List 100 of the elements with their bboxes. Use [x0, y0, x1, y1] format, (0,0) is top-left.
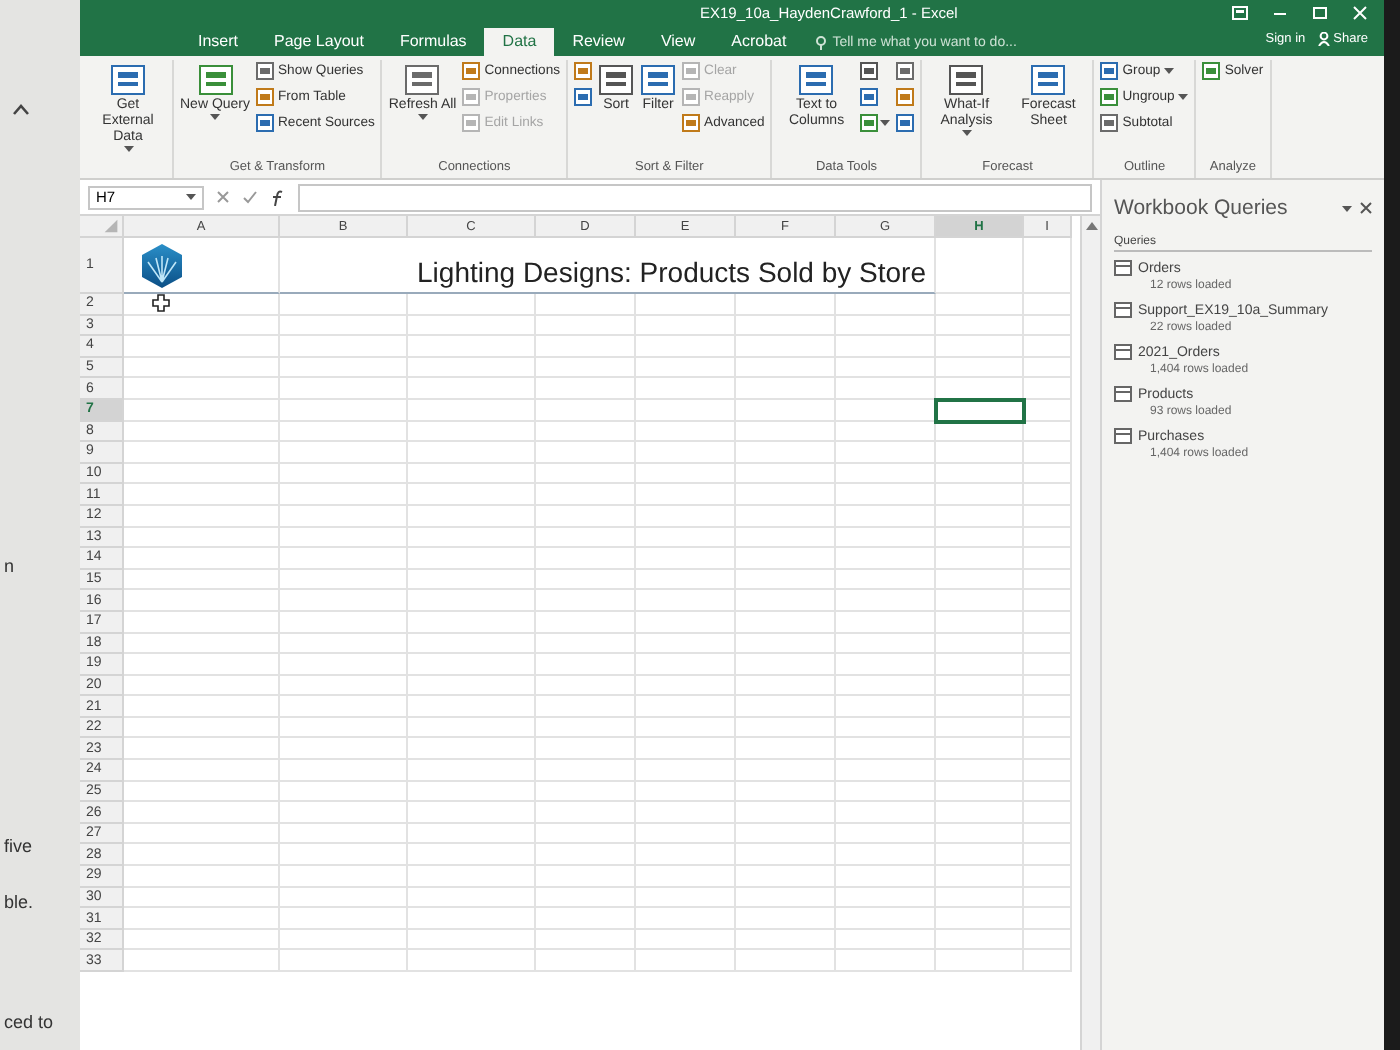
spreadsheet-cell[interactable] — [836, 654, 936, 676]
spreadsheet-cell[interactable] — [636, 611, 736, 633]
spreadsheet-cell[interactable] — [736, 527, 836, 549]
spreadsheet-cell[interactable] — [124, 548, 280, 570]
spreadsheet-cell[interactable] — [636, 357, 736, 379]
spreadsheet-cell[interactable] — [536, 421, 636, 443]
spreadsheet-cell[interactable] — [408, 611, 536, 633]
spreadsheet-cell[interactable] — [836, 315, 936, 337]
spreadsheet-cell[interactable] — [936, 696, 1024, 718]
spreadsheet-cell[interactable] — [836, 421, 936, 443]
spreadsheet-cell[interactable] — [636, 802, 736, 824]
spreadsheet-cell[interactable] — [836, 463, 936, 485]
spreadsheet-cell[interactable] — [636, 378, 736, 400]
spreadsheet-cell[interactable] — [280, 505, 408, 528]
spreadsheet-cell[interactable] — [536, 887, 636, 909]
maximize-icon[interactable] — [1312, 6, 1328, 20]
spreadsheet-cell[interactable] — [280, 336, 408, 358]
spreadsheet-cell[interactable] — [1024, 738, 1072, 761]
spreadsheet-cell[interactable] — [536, 633, 636, 655]
spreadsheet-cell[interactable] — [536, 823, 636, 845]
spreadsheet-cell[interactable] — [536, 654, 636, 676]
spreadsheet-cell[interactable] — [636, 844, 736, 867]
spreadsheet-cell[interactable] — [936, 675, 1024, 697]
spreadsheet-cell[interactable] — [836, 929, 936, 951]
spreadsheet-cell[interactable] — [280, 399, 408, 422]
checkmark-icon[interactable] — [242, 190, 258, 204]
spreadsheet-cell[interactable] — [536, 378, 636, 400]
spreadsheet-cell[interactable] — [636, 781, 736, 803]
spreadsheet-cell[interactable] — [836, 590, 936, 612]
spreadsheet-cell[interactable] — [1024, 611, 1072, 633]
ribbon-tab[interactable]: Review — [554, 28, 643, 56]
spreadsheet-cell[interactable] — [408, 633, 536, 655]
spreadsheet-cell[interactable] — [408, 802, 536, 824]
spreadsheet-cell[interactable] — [836, 611, 936, 633]
spreadsheet-cell[interactable] — [736, 463, 836, 485]
spreadsheet-cell[interactable] — [1024, 675, 1072, 697]
spreadsheet-cell[interactable] — [936, 484, 1024, 506]
spreadsheet-cell[interactable] — [736, 378, 836, 400]
spreadsheet-cell[interactable] — [280, 781, 408, 803]
spreadsheet-cell[interactable] — [124, 781, 280, 803]
spreadsheet-cell[interactable] — [124, 738, 280, 761]
spreadsheet-cell[interactable] — [408, 844, 536, 867]
spreadsheet-cell[interactable] — [408, 315, 536, 337]
spreadsheet-cell[interactable] — [736, 442, 836, 464]
spreadsheet-cell[interactable] — [408, 675, 536, 697]
cancel-icon[interactable] — [216, 190, 230, 204]
ribbon-icon-button[interactable] — [894, 86, 917, 108]
spreadsheet-cell[interactable] — [536, 738, 636, 761]
ribbon-tab[interactable]: Formulas — [381, 28, 485, 56]
spreadsheet-cell[interactable] — [536, 866, 636, 888]
spreadsheet-cell[interactable] — [124, 823, 280, 845]
spreadsheet-cell[interactable] — [736, 336, 836, 358]
spreadsheet-cell[interactable] — [736, 802, 836, 824]
spreadsheet-cell[interactable] — [736, 569, 836, 591]
spreadsheet-cell[interactable] — [536, 802, 636, 824]
spreadsheet-cell[interactable] — [636, 548, 736, 570]
spreadsheet-cell[interactable] — [836, 866, 936, 888]
spreadsheet-cell[interactable] — [408, 527, 536, 549]
spreadsheet-cell[interactable] — [636, 696, 736, 718]
spreadsheet-cell[interactable] — [124, 633, 280, 655]
function-icon[interactable] — [270, 189, 286, 205]
spreadsheet-cell[interactable] — [1024, 399, 1072, 422]
spreadsheet-cell[interactable] — [1024, 294, 1072, 316]
spreadsheet-cell[interactable] — [536, 675, 636, 697]
spreadsheet-cell[interactable] — [408, 950, 536, 972]
spreadsheet-cell[interactable] — [736, 421, 836, 443]
spreadsheet-cell[interactable] — [1024, 569, 1072, 591]
spreadsheet-cell[interactable] — [408, 760, 536, 782]
ribbon-icon-button[interactable] — [894, 112, 917, 134]
spreadsheet-cell[interactable] — [408, 421, 536, 443]
spreadsheet-cell[interactable] — [124, 950, 280, 972]
spreadsheet-cell[interactable] — [936, 315, 1024, 337]
spreadsheet-cell[interactable] — [536, 717, 636, 739]
spreadsheet-cell[interactable] — [408, 887, 536, 909]
spreadsheet-cell[interactable] — [936, 781, 1024, 803]
spreadsheet-cell[interactable] — [280, 696, 408, 718]
spreadsheet-cell[interactable] — [736, 548, 836, 570]
spreadsheet-cell[interactable] — [936, 357, 1024, 379]
spreadsheet-cell[interactable] — [636, 654, 736, 676]
spreadsheet-cell[interactable] — [1024, 633, 1072, 655]
spreadsheet-cell[interactable] — [636, 908, 736, 930]
spreadsheet-cell[interactable] — [1024, 654, 1072, 676]
spreadsheet-cell[interactable] — [408, 738, 536, 761]
spreadsheet-cell[interactable] — [736, 717, 836, 739]
ribbon-tab[interactable]: View — [642, 28, 714, 56]
spreadsheet-cell[interactable] — [736, 315, 836, 337]
spreadsheet-cell[interactable] — [936, 908, 1024, 930]
spreadsheet-cell[interactable] — [636, 484, 736, 506]
spreadsheet-cell[interactable] — [408, 929, 536, 951]
spreadsheet-cell[interactable] — [536, 590, 636, 612]
spreadsheet-cell[interactable] — [636, 442, 736, 464]
spreadsheet-cell[interactable] — [124, 802, 280, 824]
spreadsheet-cell[interactable] — [1024, 781, 1072, 803]
spreadsheet-cell[interactable] — [124, 527, 280, 549]
spreadsheet-cell[interactable] — [836, 548, 936, 570]
spreadsheet-cell[interactable] — [1024, 336, 1072, 358]
spreadsheet-cell[interactable] — [1024, 823, 1072, 845]
spreadsheet-cell[interactable] — [836, 484, 936, 506]
close-icon[interactable] — [1360, 202, 1372, 214]
ribbon-tab[interactable]: Page Layout — [256, 28, 382, 56]
